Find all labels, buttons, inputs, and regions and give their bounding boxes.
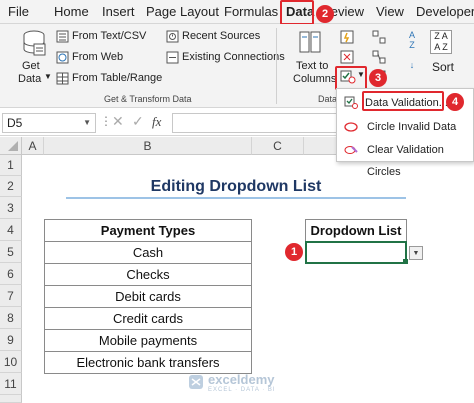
globe-icon [56,51,69,64]
row-header-10[interactable]: 10 [0,351,22,373]
watermark: exceldemy EXCEL · DATA · BI [188,372,288,396]
from-text-csv-button[interactable]: From Text/CSV [72,30,146,42]
fill-handle[interactable] [403,259,408,264]
column-header-a[interactable]: A [22,137,44,155]
enter-icon[interactable]: ✓ [132,113,144,130]
sort-big-bottom: A Z [434,42,448,52]
table-row[interactable]: Mobile payments [44,329,252,352]
get-data-label-1[interactable]: Get [22,60,40,72]
sort-button[interactable]: Sort [432,60,454,74]
row-header-6[interactable]: 6 [0,263,22,285]
menu-item-clear-validation-circles[interactable]: Clear Validation Circles [337,139,474,178]
existing-connections-icon [166,51,179,64]
row-header-12[interactable] [0,395,22,403]
remove-duplicates-icon[interactable] [340,50,354,64]
title-underline [66,197,406,199]
row-header-11[interactable]: 11 [0,373,22,395]
highlight-data-tab [280,0,314,25]
dropdown-cell-d5[interactable] [305,241,407,264]
more-options-icon: ⋮ [100,114,112,128]
sort-descending-icon[interactable]: ↓ [406,60,418,70]
consolidate-icon[interactable] [372,30,386,44]
table-row[interactable]: Debit cards [44,285,252,308]
menu-item-label: Clear Validation Circles [367,144,444,178]
highlight-data-validation-menu-item [362,91,444,111]
recent-sources-icon [166,30,179,43]
chevron-down-icon[interactable]: ▼ [83,114,91,132]
name-box-value: D5 [7,116,23,130]
row-header-4[interactable]: 4 [0,219,22,241]
sort-az-bottom: Z [409,40,415,50]
database-icon [23,30,46,56]
excel-window: File Home Insert Page Layout Formulas Da… [0,0,474,403]
flash-fill-icon[interactable] [340,30,354,44]
step-badge-1: 1 [285,243,303,261]
ribbon-divider [276,28,277,104]
row-header-8[interactable]: 8 [0,307,22,329]
dropdown-list-header[interactable]: Dropdown List [305,219,407,242]
recent-sources-button[interactable]: Recent Sources [182,30,260,42]
tab-insert[interactable]: Insert [102,0,135,24]
tab-formulas[interactable]: Formulas [224,0,278,24]
column-header-b[interactable]: B [44,137,252,155]
row-header-7[interactable]: 7 [0,285,22,307]
ribbon-tab-bar: File Home Insert Page Layout Formulas Da… [0,0,474,24]
get-data-label-2[interactable]: Data [18,73,41,85]
menu-item-label: Circle Invalid Data [367,121,457,133]
existing-connections-button[interactable]: Existing Connections [182,51,285,63]
tab-review[interactable]: Review [330,0,364,24]
data-validation-icon [344,96,358,109]
text-to-label-1[interactable]: Text to [296,60,328,72]
from-table-range-button[interactable]: From Table/Range [72,72,162,84]
table-row[interactable]: Checks [44,263,252,286]
row-header-5[interactable]: 5 [0,241,22,263]
row-header-3[interactable]: 3 [0,197,22,219]
group-label-get-transform: Get & Transform Data [104,94,192,104]
watermark-tagline: EXCEL · DATA · BI [208,387,276,393]
relationships-icon[interactable] [372,50,386,64]
text-file-icon [56,30,69,43]
tab-home[interactable]: Home [54,0,89,24]
row-header-1[interactable]: 1 [0,155,22,176]
text-to-columns-icon [299,31,321,53]
highlight-data-validation-button [335,66,367,90]
select-all-triangle-icon [8,141,18,151]
from-web-button[interactable]: From Web [72,51,123,63]
step-badge-3: 3 [369,69,387,87]
circle-invalid-icon [344,122,358,132]
step-badge-4: 4 [446,93,464,111]
row-header-9[interactable]: 9 [0,329,22,351]
tab-file[interactable]: File [8,0,29,24]
sort-ascending-icon[interactable]: A Z [406,30,418,50]
tab-view[interactable]: View [376,0,404,24]
table-row[interactable]: Cash [44,241,252,264]
menu-item-circle-invalid-data[interactable]: Circle Invalid Data [337,116,474,138]
chevron-down-icon[interactable]: ▼ [44,72,52,81]
clear-circles-icon [344,146,358,154]
exceldemy-logo-icon [189,375,203,389]
insert-function-icon[interactable]: fx [152,114,161,130]
sort-big-top: Z A [434,31,448,41]
text-to-label-2[interactable]: Columns [293,73,336,85]
table-row[interactable]: Electronic bank transfers [44,351,252,374]
tab-developer[interactable]: Developer [416,0,474,24]
watermark-name: exceldemy [208,372,275,387]
sort-az-top: A [408,30,415,40]
row-header-2[interactable]: 2 [0,176,22,197]
table-icon [56,72,69,85]
dropdown-arrow-button[interactable]: ▼ [409,246,423,260]
group-label-data-tools: Data [318,94,336,104]
column-header-c[interactable]: C [252,137,304,155]
select-all-corner[interactable] [0,137,22,155]
table-row[interactable]: Credit cards [44,307,252,330]
step-badge-2: 2 [316,5,334,23]
sheet-title: Editing Dropdown List [150,178,322,195]
sort-icon[interactable]: Z A A Z [430,30,452,54]
tab-page-layout[interactable]: Page Layout [146,0,219,24]
cancel-icon[interactable]: ✕ [112,113,124,130]
name-box[interactable]: D5 ▼ [2,113,96,133]
payment-types-header[interactable]: Payment Types [44,219,252,242]
